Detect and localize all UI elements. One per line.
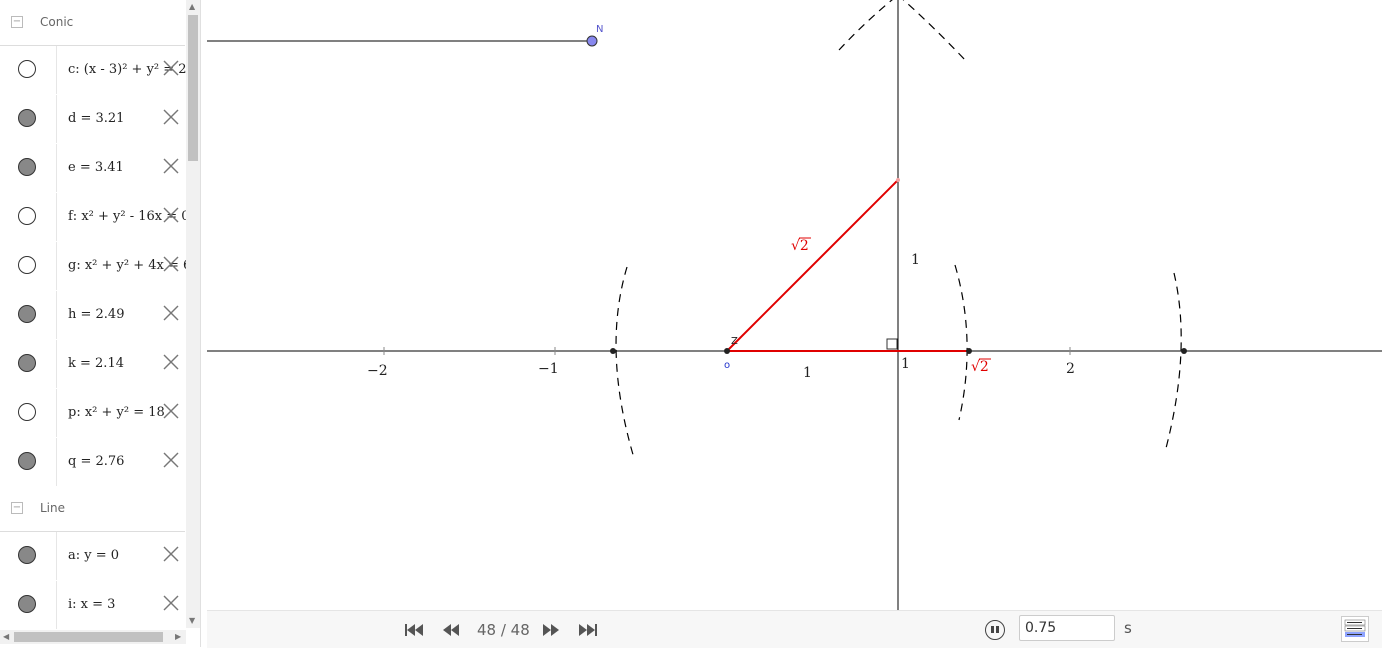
algebra-view-icon <box>1344 619 1366 637</box>
algebra-row[interactable]: h = 2.49 <box>0 291 185 341</box>
step-back-icon[interactable] <box>440 621 462 639</box>
point-n-label: N <box>596 24 603 35</box>
delete-icon[interactable] <box>162 402 180 420</box>
vertex-top[interactable] <box>896 178 900 182</box>
delete-icon[interactable] <box>162 255 180 273</box>
delete-icon[interactable] <box>162 59 180 77</box>
pause-button[interactable] <box>985 620 1005 640</box>
delete-icon[interactable] <box>162 157 180 175</box>
x-tick-label-1: 1 <box>901 356 910 372</box>
delete-icon[interactable] <box>162 304 180 322</box>
visibility-toggle[interactable] <box>18 595 36 613</box>
visibility-cell[interactable] <box>0 46 57 94</box>
right-angle-marker <box>886 338 898 350</box>
group-header-line[interactable]: − Line <box>0 486 185 532</box>
construction-protocol-bar: 48 / 48 s <box>207 610 1382 648</box>
point-n[interactable] <box>586 35 598 47</box>
vertical-scroll-thumb[interactable] <box>188 15 198 161</box>
collapse-conic-toggle[interactable]: − <box>11 16 23 28</box>
scroll-down-arrow-icon[interactable]: ▼ <box>189 617 195 625</box>
speed-unit-label: s <box>1124 619 1132 637</box>
visibility-cell[interactable] <box>0 581 57 629</box>
group-header-conic[interactable]: − Conic <box>0 0 185 46</box>
delete-icon[interactable] <box>162 451 180 469</box>
vertical-leg-label: 1 <box>911 252 920 268</box>
point-z[interactable] <box>724 348 730 354</box>
visibility-toggle[interactable] <box>18 354 36 372</box>
delete-icon[interactable] <box>162 545 180 563</box>
x-tick-label-neg1: −1 <box>538 361 559 377</box>
pause-icon <box>991 626 994 633</box>
algebra-row[interactable]: e = 3.41 <box>0 144 185 194</box>
visibility-toggle[interactable] <box>18 452 36 470</box>
scroll-left-arrow-icon[interactable]: ◀ <box>3 633 9 641</box>
algebra-row[interactable]: g: x² + y² + 4x = 6 <box>0 242 186 292</box>
x-tick-label-2: 2 <box>1066 361 1075 377</box>
group-label-line: Line <box>40 501 66 515</box>
point-z-label: Z <box>731 336 738 347</box>
delete-icon[interactable] <box>162 206 180 224</box>
collapse-line-toggle[interactable]: − <box>11 502 23 514</box>
delete-icon[interactable] <box>162 108 180 126</box>
visibility-toggle[interactable] <box>18 207 36 225</box>
algebra-row[interactable]: f: x² + y² - 16x = 0 <box>0 193 186 243</box>
algebra-view: − Conic c: (x - 3)² + y² = 2d = 3.21 e = … <box>0 0 201 647</box>
algebra-row[interactable]: k = 2.14 <box>0 340 185 390</box>
speed-input[interactable] <box>1019 615 1115 641</box>
visibility-cell[interactable] <box>0 532 57 580</box>
algebra-row[interactable]: p: x² + y² = 18 <box>0 389 185 439</box>
visibility-cell[interactable] <box>0 340 57 388</box>
visibility-toggle[interactable] <box>18 60 36 78</box>
delete-icon[interactable] <box>162 594 180 612</box>
algebra-horizontal-scrollbar[interactable]: ◀ ▶ <box>0 630 186 644</box>
step-forward-icon[interactable] <box>540 621 562 639</box>
algebra-row[interactable]: c: (x - 3)² + y² = 2 <box>0 46 186 96</box>
visibility-toggle[interactable] <box>18 256 36 274</box>
visibility-cell[interactable] <box>0 291 57 339</box>
skip-to-start-icon[interactable] <box>403 621 425 639</box>
horizontal-scroll-thumb[interactable] <box>14 632 163 642</box>
x-tick-label-neg2: −2 <box>367 363 388 379</box>
step-counter: 48 / 48 <box>477 621 530 639</box>
algebra-vertical-scrollbar[interactable]: ▲ ▼ <box>186 0 200 628</box>
visibility-toggle[interactable] <box>18 546 36 564</box>
hypotenuse-label: √2 <box>791 238 809 254</box>
delete-icon[interactable] <box>162 353 180 371</box>
visibility-toggle[interactable] <box>18 305 36 323</box>
visibility-cell[interactable] <box>0 144 57 192</box>
point-o-label: o <box>724 360 730 371</box>
scroll-up-arrow-icon[interactable]: ▲ <box>189 3 195 11</box>
visibility-toggle[interactable] <box>18 109 36 127</box>
graphics-view[interactable]: −2 −1 1 2 N √2 √2 1 1 Z o <box>207 0 1382 610</box>
algebra-view-toggle-button[interactable] <box>1341 616 1369 642</box>
visibility-cell[interactable] <box>0 95 57 143</box>
group-label-conic: Conic <box>40 15 74 29</box>
algebra-row[interactable]: a: y = 0 <box>0 532 185 582</box>
sqrt2-axis-label: √2 <box>971 359 989 375</box>
point-left[interactable] <box>610 348 616 354</box>
horizontal-leg-label: 1 <box>803 365 812 381</box>
graphics-canvas[interactable]: −2 −1 1 2 N √2 √2 1 1 Z o <box>207 0 1382 610</box>
point-right[interactable] <box>1181 348 1187 354</box>
algebra-row[interactable]: q = 2.76 <box>0 438 185 488</box>
hypotenuse-segment[interactable] <box>726 179 899 352</box>
visibility-cell[interactable] <box>0 438 57 486</box>
skip-to-end-icon[interactable] <box>577 621 599 639</box>
scroll-right-arrow-icon[interactable]: ▶ <box>175 633 181 641</box>
algebra-row[interactable]: i: x = 3 <box>0 581 185 631</box>
visibility-cell[interactable] <box>0 242 57 290</box>
dashed-arcs <box>615 0 1182 459</box>
visibility-cell[interactable] <box>0 193 57 241</box>
algebra-row[interactable]: d = 3.21 <box>0 95 185 145</box>
visibility-toggle[interactable] <box>18 403 36 421</box>
visibility-toggle[interactable] <box>18 158 36 176</box>
visibility-cell[interactable] <box>0 389 57 437</box>
point-sqrt2[interactable] <box>966 348 972 354</box>
